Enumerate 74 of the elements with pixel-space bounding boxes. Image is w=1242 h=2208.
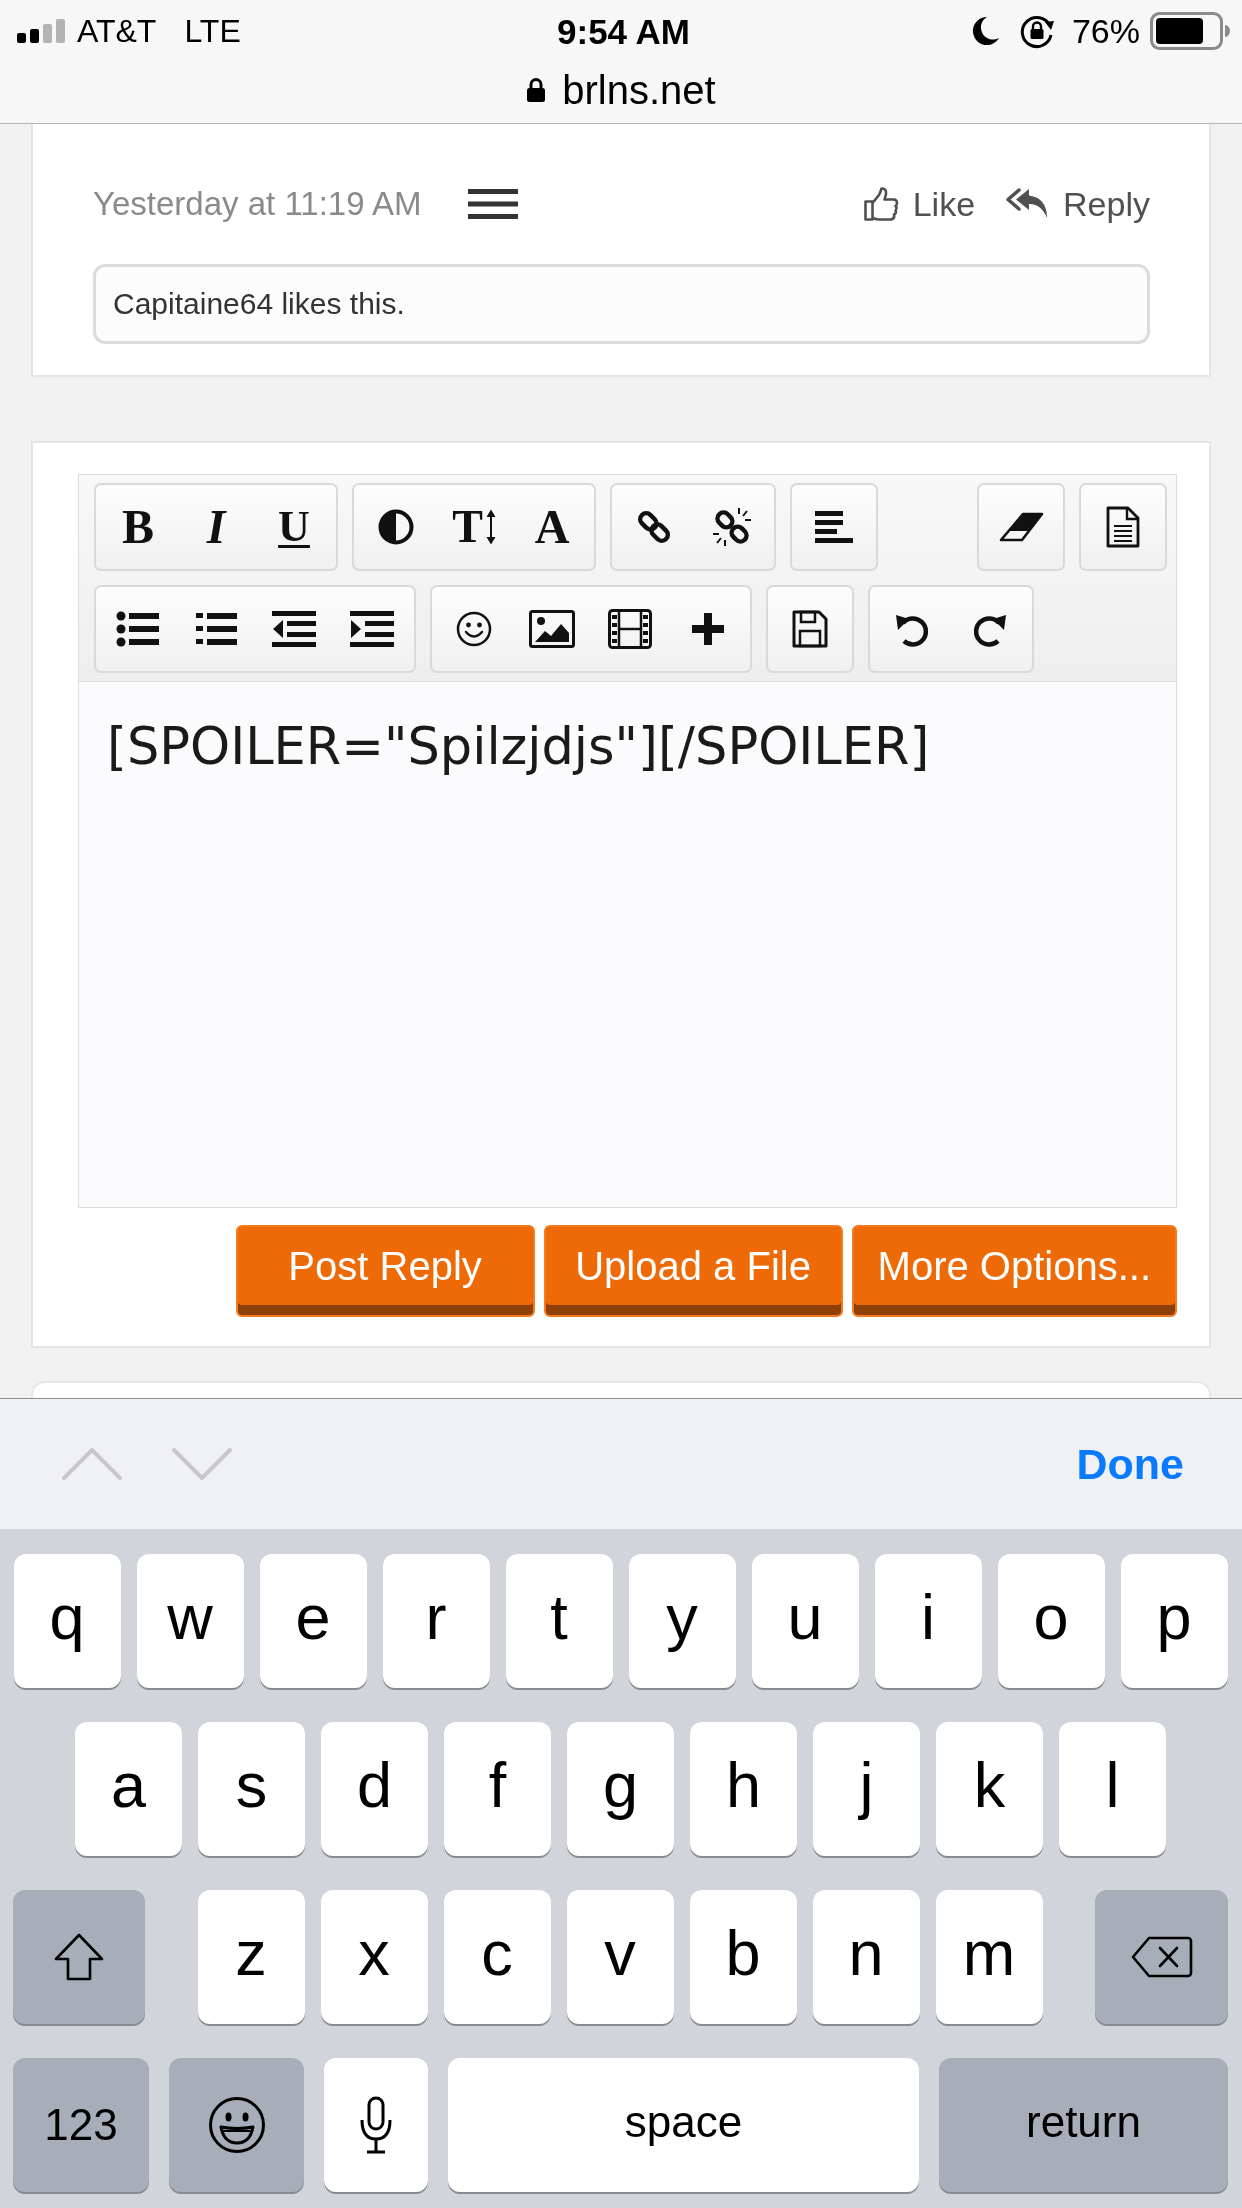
letter-key[interactable]: v xyxy=(566,1890,674,2024)
letter-key[interactable]: a xyxy=(75,1722,182,1856)
numbers-key[interactable]: 123 xyxy=(13,2058,149,2192)
battery-icon xyxy=(1150,12,1230,50)
eraser-icon xyxy=(998,512,1044,542)
letter-key[interactable]: c xyxy=(443,1890,551,2024)
letter-key[interactable]: g xyxy=(567,1722,674,1856)
font-family-button[interactable]: A xyxy=(513,485,591,569)
indent-icon xyxy=(350,611,394,647)
delete-key[interactable] xyxy=(1095,1890,1228,2024)
align-left-icon xyxy=(814,510,854,544)
likes-summary: Capitaine64 likes this. xyxy=(93,264,1150,344)
letter-key[interactable]: u xyxy=(751,1554,859,1688)
letter-key[interactable]: i xyxy=(874,1554,982,1688)
letter-key[interactable]: l xyxy=(1059,1722,1166,1856)
thumbs-up-icon xyxy=(862,186,899,222)
letter-key[interactable]: f xyxy=(444,1722,551,1856)
up-down-arrow-icon xyxy=(485,509,496,545)
moon-icon xyxy=(971,16,1000,46)
return-key[interactable]: return xyxy=(939,2058,1228,2192)
letter-key[interactable]: o xyxy=(997,1554,1105,1688)
letter-key[interactable]: b xyxy=(689,1890,797,2024)
padlock-icon xyxy=(526,76,547,103)
letter-key[interactable]: q xyxy=(13,1554,121,1688)
outdent-icon xyxy=(272,611,316,647)
page-url[interactable]: brlns.net xyxy=(562,69,716,110)
letter-key[interactable]: y xyxy=(628,1554,736,1688)
network-type: LTE xyxy=(184,15,241,47)
battery-percentage: 76% xyxy=(1071,14,1140,48)
underline-button[interactable]: U xyxy=(255,485,333,569)
document-icon xyxy=(1106,506,1140,548)
bold-button[interactable]: B xyxy=(99,485,177,569)
post-timestamp: Yesterday at 11:19 AM xyxy=(93,185,422,223)
reply-button[interactable]: Reply xyxy=(1005,184,1150,224)
rotation-lock-icon xyxy=(1018,13,1055,49)
carrier-name: AT&T xyxy=(77,15,157,47)
letter-key[interactable]: n xyxy=(812,1890,920,2024)
like-button[interactable]: Like xyxy=(862,184,976,224)
image-icon xyxy=(529,610,575,648)
shift-key[interactable] xyxy=(13,1890,145,2024)
letter-key[interactable]: t xyxy=(505,1554,613,1688)
letter-key[interactable]: x xyxy=(320,1890,428,2024)
italic-button[interactable]: I xyxy=(177,485,255,569)
microphone-icon xyxy=(359,2096,393,2154)
smiley-icon xyxy=(207,2096,266,2154)
letter-key[interactable]: k xyxy=(936,1722,1043,1856)
menu-icon[interactable] xyxy=(468,189,519,219)
signal-bars-icon xyxy=(17,19,65,43)
letter-key[interactable]: j xyxy=(813,1722,920,1856)
contrast-icon xyxy=(378,509,414,545)
letter-key[interactable]: e xyxy=(259,1554,367,1688)
emoji-key[interactable] xyxy=(169,2058,304,2192)
letter-key[interactable]: r xyxy=(382,1554,490,1688)
backspace-icon xyxy=(1130,1936,1193,1978)
letter-key[interactable]: z xyxy=(197,1890,305,2024)
space-bar[interactable]: space xyxy=(448,2058,919,2192)
numbered-list-icon xyxy=(194,610,238,648)
letter-key[interactable]: m xyxy=(935,1890,1043,2024)
plus-icon xyxy=(691,612,725,646)
font-size-button[interactable]: T xyxy=(435,485,513,569)
smiley-icon xyxy=(456,611,492,647)
letter-key[interactable]: w xyxy=(136,1554,244,1688)
letter-key[interactable]: p xyxy=(1120,1554,1228,1688)
dictation-key[interactable] xyxy=(324,2058,428,2192)
clock-time: 9:54 AM xyxy=(557,13,690,49)
message-field[interactable]: [SPOILER="Spilzjdjs"][/SPOILER] xyxy=(78,681,1177,1208)
letter-key[interactable]: d xyxy=(321,1722,428,1856)
broken-link-icon xyxy=(712,507,752,547)
letter-key[interactable]: s xyxy=(198,1722,305,1856)
shift-arrow-icon xyxy=(54,1933,104,1981)
done-button[interactable]: Done xyxy=(1076,1439,1184,1489)
letter-key[interactable]: h xyxy=(690,1722,797,1856)
bullet-list-icon xyxy=(116,611,160,647)
film-strip-icon xyxy=(608,609,652,649)
